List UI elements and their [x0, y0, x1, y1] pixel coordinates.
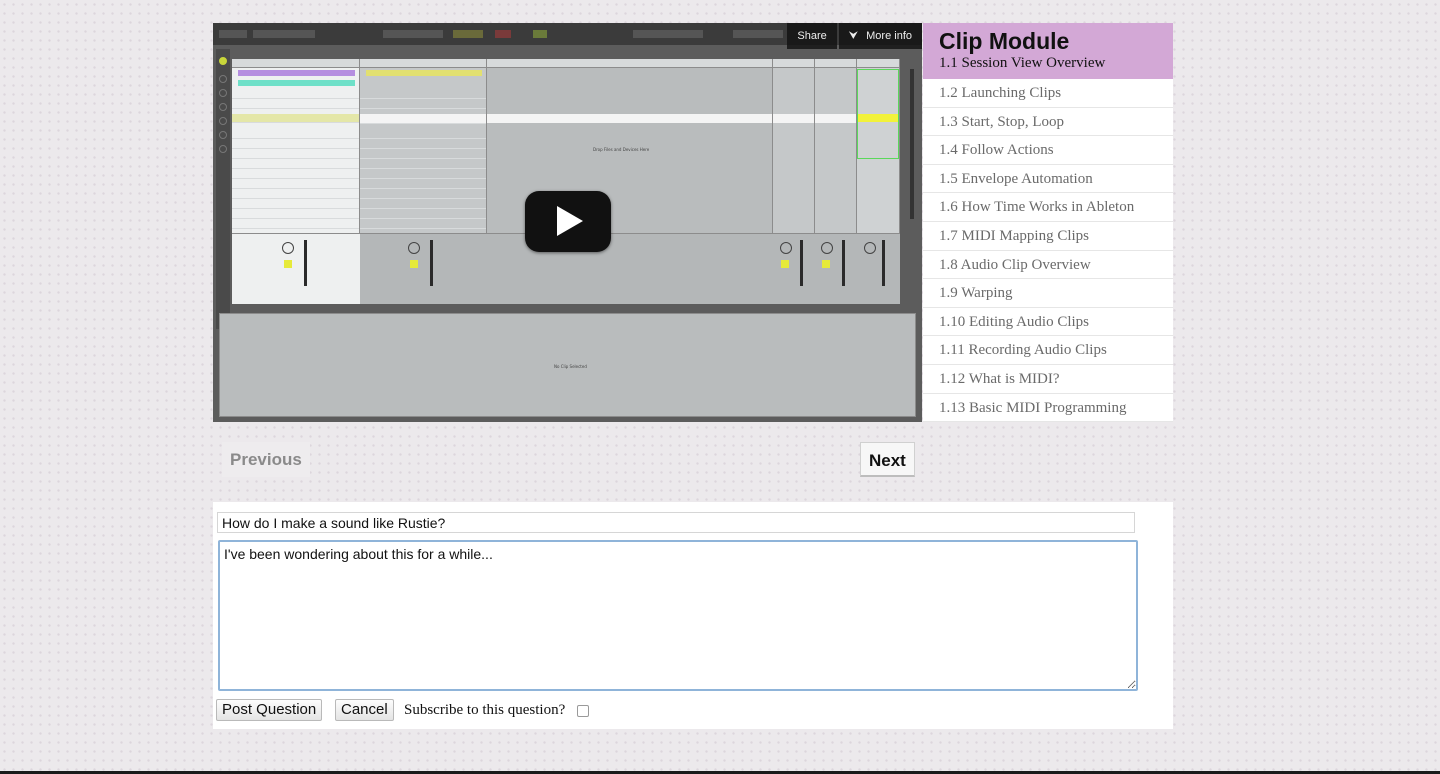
lesson-item[interactable]: 1.13 Basic MIDI Programming: [923, 394, 1173, 423]
module-header: Clip Module 1.1 Session View Overview: [923, 23, 1173, 79]
question-form: I've been wondering about this for a whi…: [213, 502, 1173, 729]
lesson-item[interactable]: 1.10 Editing Audio Clips: [923, 308, 1173, 337]
lesson-item[interactable]: 1.12 What is MIDI?: [923, 365, 1173, 394]
previous-button[interactable]: Previous: [222, 442, 310, 477]
current-lesson[interactable]: 1.1 Session View Overview: [939, 54, 1173, 73]
next-button[interactable]: Next: [860, 442, 915, 477]
cancel-button[interactable]: Cancel: [335, 699, 394, 721]
lesson-list: 1.2 Launching Clips 1.3 Start, Stop, Loo…: [923, 79, 1173, 423]
lesson-item[interactable]: 1.6 How Time Works in Ableton: [923, 193, 1173, 222]
lesson-item[interactable]: 1.3 Start, Stop, Loop: [923, 108, 1173, 137]
share-button[interactable]: Share: [787, 23, 837, 49]
double-chevron-down-icon: ⮟: [848, 30, 859, 42]
video-frame-detail-view: No Clip Selected: [219, 313, 916, 417]
question-body-textarea[interactable]: I've been wondering about this for a whi…: [218, 540, 1138, 691]
more-info-label: More info: [866, 30, 912, 42]
question-title-input[interactable]: [217, 512, 1135, 533]
play-icon: [557, 206, 583, 236]
play-button[interactable]: [525, 191, 611, 252]
lesson-item[interactable]: 1.11 Recording Audio Clips: [923, 336, 1173, 365]
subscribe-label: Subscribe to this question?: [404, 702, 566, 718]
module-title: Clip Module: [939, 28, 1070, 54]
video-player[interactable]: Drop Files and Devices Here No Clip Sele…: [213, 23, 922, 422]
subscribe-checkbox[interactable]: [577, 705, 589, 717]
video-frame-scrollbar: [910, 69, 914, 219]
module-panel: Clip Module 1.1 Session View Overview 1.…: [923, 23, 1173, 423]
lesson-item[interactable]: 1.5 Envelope Automation: [923, 165, 1173, 194]
video-overlay-controls: Share ⮟ More info: [787, 23, 922, 49]
lesson-item[interactable]: 1.4 Follow Actions: [923, 136, 1173, 165]
lesson-item[interactable]: 1.8 Audio Clip Overview: [923, 251, 1173, 280]
more-info-button[interactable]: ⮟ More info: [838, 23, 922, 49]
post-question-button[interactable]: Post Question: [216, 699, 323, 721]
lesson-item[interactable]: 1.9 Warping: [923, 279, 1173, 308]
lesson-item[interactable]: 1.7 MIDI Mapping Clips: [923, 222, 1173, 251]
video-frame-sidebar: [216, 49, 230, 329]
lesson-item[interactable]: 1.2 Launching Clips: [923, 79, 1173, 108]
